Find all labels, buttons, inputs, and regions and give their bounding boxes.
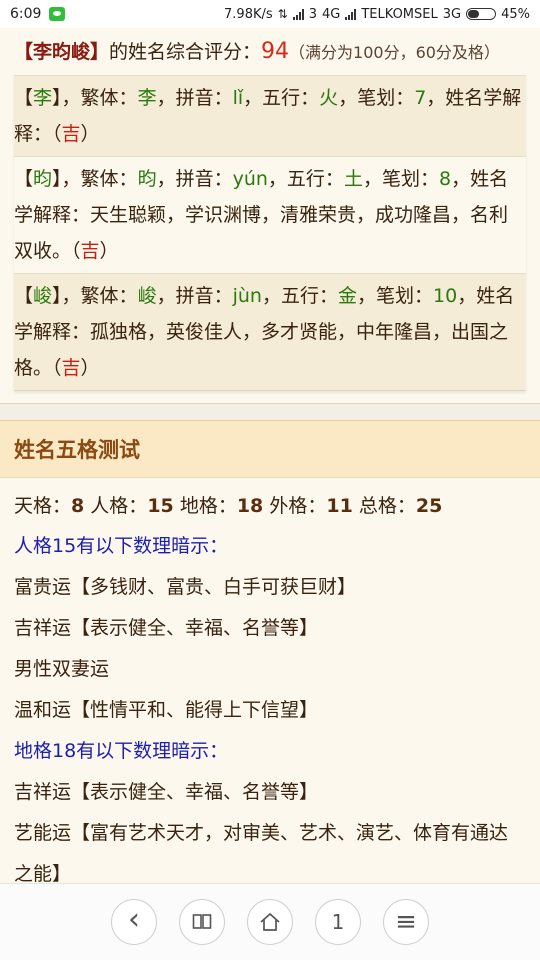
menu-button[interactable]: ≡ bbox=[383, 899, 429, 945]
char-strokes: 8 bbox=[438, 168, 452, 190]
char-symbol: 峻 bbox=[33, 285, 53, 307]
char-card-jun: 【峻】，繁体：峻，拼音：jùn，五行：金，笔划：10，姓名学解释：孤独格，英俊佳… bbox=[14, 273, 526, 390]
ren-value: 15 bbox=[147, 495, 174, 517]
tian-value: 8 bbox=[71, 495, 85, 517]
score-note: （满分为100分，60分及格） bbox=[289, 43, 500, 62]
character-analysis-list: 【李】，繁体：李，拼音：lǐ，五行：火，笔划：7，姓名学解释：（吉） 【昀】，繁… bbox=[14, 75, 526, 391]
sim-slot: 3 bbox=[308, 6, 317, 22]
book-icon bbox=[192, 914, 212, 929]
home-icon bbox=[260, 912, 280, 931]
network-type-1: 4G bbox=[322, 6, 341, 22]
menu-icon: ≡ bbox=[395, 907, 417, 937]
label-trad: ，繁体： bbox=[61, 168, 138, 190]
tian-label: 天格： bbox=[14, 495, 72, 517]
label-strokes: ，笔划： bbox=[357, 285, 434, 307]
label-trad: ，繁体： bbox=[61, 87, 138, 109]
char-element: 土 bbox=[343, 168, 363, 190]
back-icon: ‹ bbox=[128, 902, 140, 937]
clock: 6:09 bbox=[10, 6, 42, 22]
char-trad: 昀 bbox=[137, 168, 157, 190]
score-value: 94 bbox=[261, 39, 290, 64]
label-element: ，五行： bbox=[267, 168, 344, 190]
name-bracket: 【李昀峻】 bbox=[14, 41, 110, 63]
home-button[interactable] bbox=[247, 899, 293, 945]
label-pinyin: ，拼音： bbox=[156, 87, 233, 109]
char-symbol: 昀 bbox=[33, 168, 53, 190]
bookmarks-button[interactable] bbox=[179, 899, 225, 945]
char-luck: 吉 bbox=[61, 357, 81, 379]
signal-icon bbox=[292, 8, 304, 20]
name-score-summary: 【李昀峻】的姓名综合评分：94（满分为100分，60分及格） bbox=[14, 28, 526, 75]
char-strokes: 7 bbox=[414, 87, 427, 109]
section-divider bbox=[0, 403, 540, 420]
wuge-section-title: 姓名五格测试 bbox=[0, 420, 540, 478]
data-transfer-icon: ⇅ bbox=[277, 7, 288, 21]
label-pinyin: ，拼音： bbox=[156, 168, 233, 190]
wai-label: 外格： bbox=[269, 495, 327, 517]
list-item: 吉祥运【表示健全、幸福、名誉等】 bbox=[14, 617, 319, 639]
score-text: 的姓名综合评分： bbox=[109, 41, 262, 63]
label-element: ，五行： bbox=[243, 87, 320, 109]
char-pinyin: yún bbox=[232, 168, 268, 190]
di-hint-title: 地格18有以下数理暗示： bbox=[14, 740, 229, 762]
page-content: 【李昀峻】的姓名综合评分：94（满分为100分，60分及格） 【李】，繁体：李，… bbox=[0, 28, 540, 895]
wuge-summary: 天格：8 人格：15 地格：18 外格：11 总格：25 bbox=[14, 478, 526, 526]
char-pinyin: jùn bbox=[232, 285, 262, 307]
di-label: 地格： bbox=[179, 495, 237, 517]
list-item: 吉祥运【表示健全、幸福、名誉等】 bbox=[14, 781, 319, 803]
ren-label: 人格： bbox=[90, 495, 148, 517]
carrier-name: TELKOMSEL bbox=[361, 6, 438, 22]
back-button[interactable]: ‹ bbox=[111, 899, 157, 945]
zong-value: 25 bbox=[415, 495, 443, 517]
char-symbol: 李 bbox=[33, 87, 53, 109]
char-pinyin: lǐ bbox=[232, 87, 244, 109]
net-speed: 7.98K/s bbox=[224, 6, 273, 22]
signal-icon-2 bbox=[345, 8, 357, 20]
wechat-notification-icon bbox=[49, 7, 66, 21]
battery-icon bbox=[466, 8, 497, 20]
tabs-button[interactable]: 1 bbox=[315, 899, 361, 945]
tab-count: 1 bbox=[331, 910, 345, 934]
label-strokes: ，笔划： bbox=[362, 168, 439, 190]
char-trad: 峻 bbox=[137, 285, 157, 307]
char-strokes: 10 bbox=[433, 285, 458, 307]
label-trad: ，繁体： bbox=[61, 285, 138, 307]
status-bar: 6:09 7.98K/s ⇅ 3 4G TELKOMSEL 3G 45% bbox=[0, 0, 540, 28]
list-item: 温和运【性情平和、能得上下信望】 bbox=[14, 699, 319, 721]
char-trad: 李 bbox=[137, 87, 157, 109]
char-card-li: 【李】，繁体：李，拼音：lǐ，五行：火，笔划：7，姓名学解释：（吉） bbox=[14, 75, 526, 156]
char-luck: 吉 bbox=[80, 240, 100, 262]
char-element: 金 bbox=[337, 285, 357, 307]
label-pinyin: ，拼音： bbox=[156, 285, 233, 307]
list-item: 男性双妻运 bbox=[14, 658, 110, 680]
browser-bottom-toolbar: ‹ 1 ≡ bbox=[0, 883, 540, 960]
wai-value: 11 bbox=[326, 495, 353, 517]
ren-hint-title: 人格15有以下数理暗示： bbox=[14, 535, 229, 557]
list-item: 富贵运【多钱财、富贵、白手可获巨财】 bbox=[14, 576, 357, 598]
label-strokes: ，笔划： bbox=[338, 87, 415, 109]
di-value: 18 bbox=[236, 495, 264, 517]
label-element: ，五行： bbox=[261, 285, 338, 307]
network-type-2: 3G bbox=[442, 6, 462, 22]
char-card-yun: 【昀】，繁体：昀，拼音：yún，五行：土，笔划：8，姓名学解释：天生聪颖，学识渊… bbox=[14, 156, 526, 273]
zong-label: 总格： bbox=[358, 495, 416, 517]
char-luck: 吉 bbox=[61, 123, 81, 145]
battery-percent: 45% bbox=[501, 6, 530, 22]
char-element: 火 bbox=[319, 87, 339, 109]
